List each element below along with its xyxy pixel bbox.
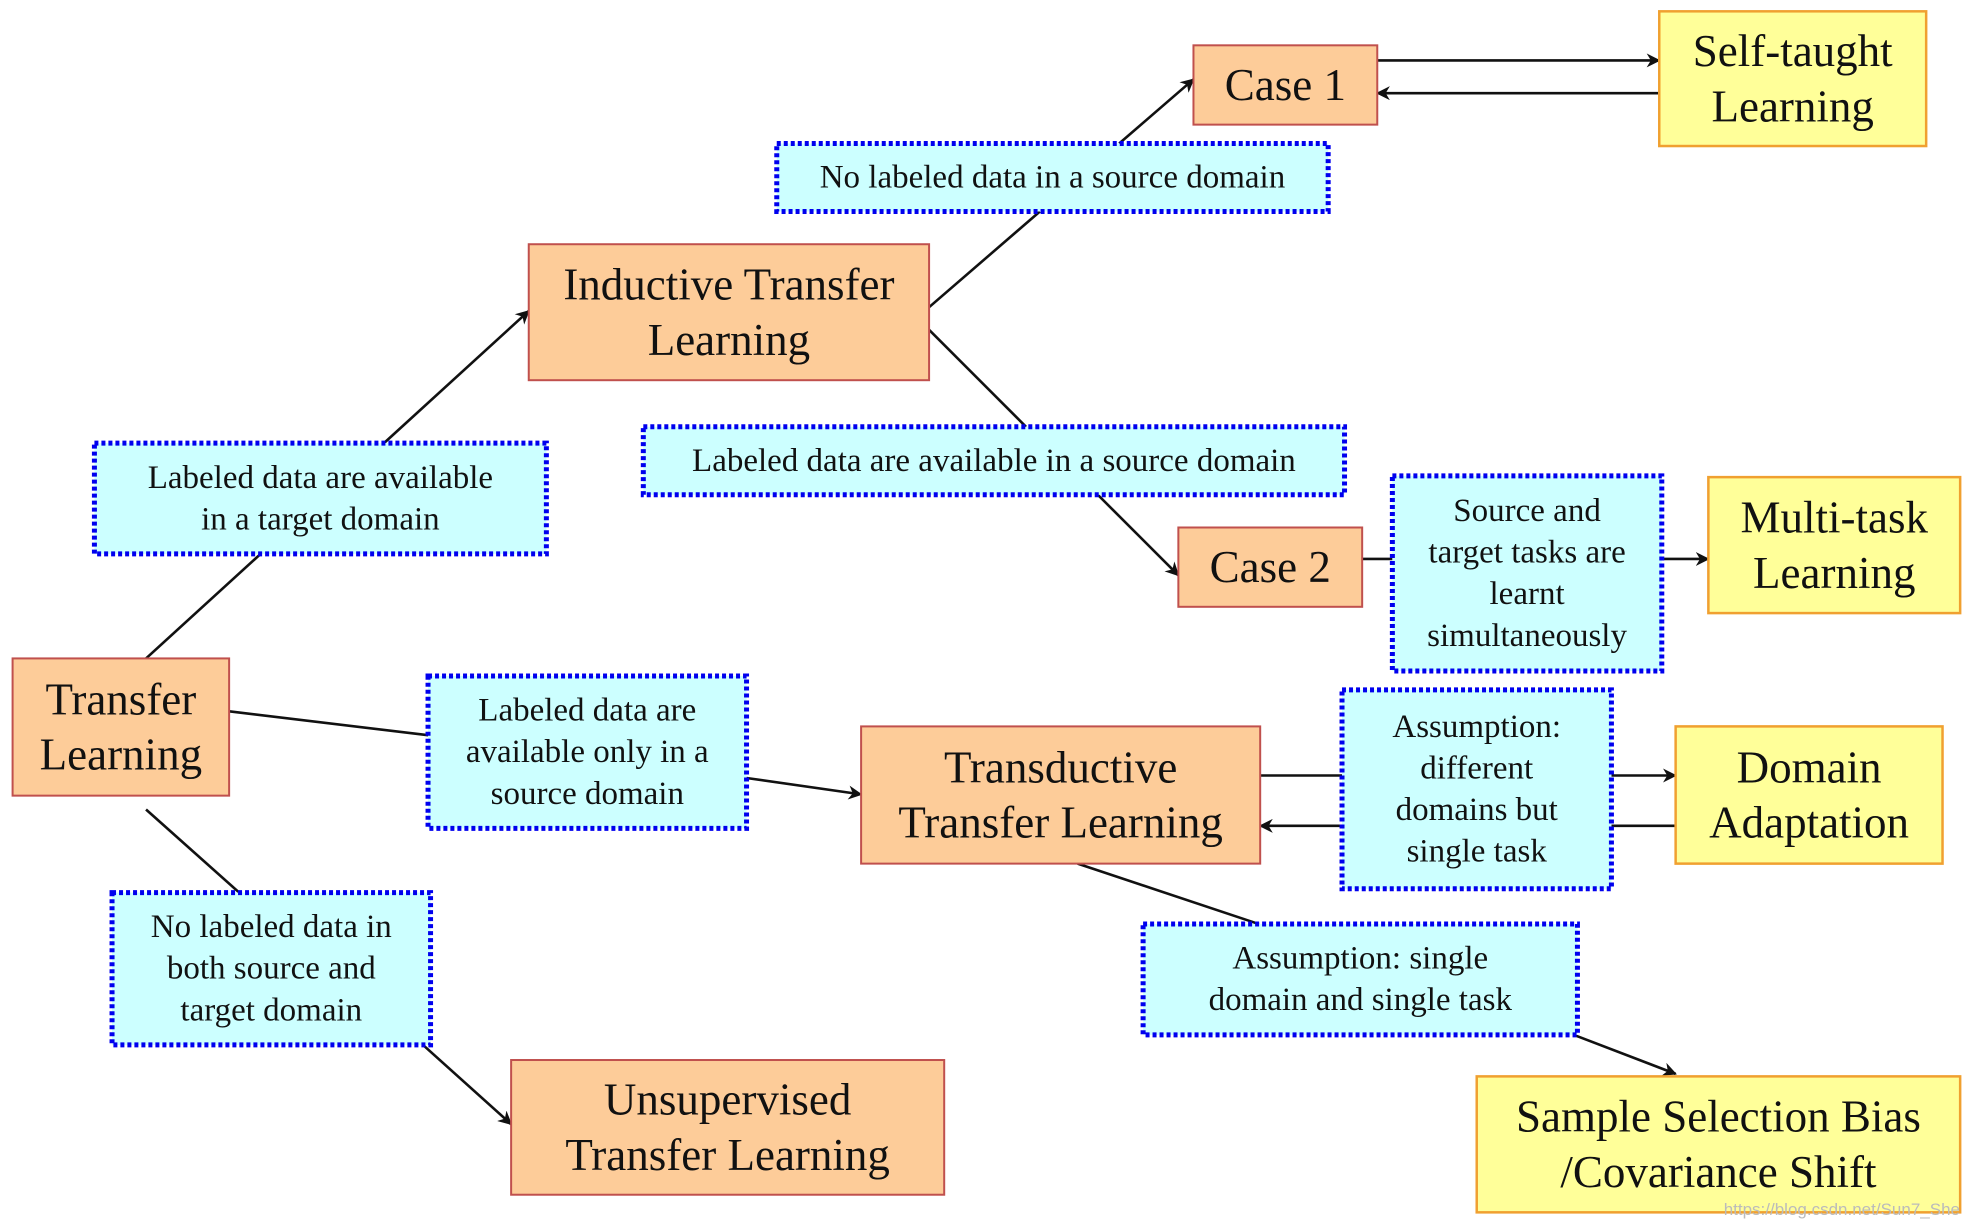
line-edge [928,210,1041,309]
box-label-line: Labeled data are available [148,460,493,496]
box-label-line: /Covariance Shift [1560,1147,1877,1197]
line-edge [928,328,1027,428]
box-label-line: single task [1407,834,1548,870]
box-label-line: Transductive [944,742,1177,792]
box-label-line: Multi-task [1741,492,1929,542]
line-edge [145,808,241,894]
labeled-source-condition: Labeled data are available in a source d… [640,424,1348,498]
box-label-line: Transfer Learning [565,1130,890,1180]
no-labeled-source-condition: No labeled data in a source domain [774,141,1331,214]
box-label-line: simultaneously [1427,618,1627,654]
box-label-line: Domain [1737,742,1882,792]
watermark: https://blog.csdn.net/Sun7_She [1724,1200,1960,1219]
box-label-line: both source and [167,951,376,987]
box-label-line: Assumption: single [1232,941,1488,977]
line-edge [1077,862,1260,926]
box-label-line: Labeled data are [478,693,696,729]
box-label-line: different [1420,751,1533,787]
box-label-line: target tasks are [1428,535,1625,571]
box-label-line: Assumption: [1392,709,1561,745]
box-label-line: Learning [1712,81,1874,131]
different-domains-condition: Assumption: different domains but single ta… [1339,687,1614,892]
box-label-line: Adaptation [1709,798,1909,848]
box-label-line: available only in a [466,734,709,770]
arrow-edge [746,776,863,800]
no-labeled-both-condition: No labeled data in both source and target … [109,890,434,1048]
simultaneous-condition: Source and target tasks are learnt simultan… [1389,473,1665,674]
box-label-line: Learning [648,315,810,365]
box-label-line: learnt [1490,576,1565,612]
box-label-line: domains but [1396,792,1558,828]
box-label-line: Transfer Learning [898,798,1223,848]
case1-node: Case 1 [1192,44,1379,126]
box-label-line: Transfer [45,674,196,724]
case2-node: Case 2 [1177,526,1364,608]
inductive-node: Inductive TransferLearning [527,243,931,382]
sample-selection-node: Sample Selection Bias/Covariance Shift [1475,1075,1962,1214]
box-label-line: target domain [180,992,362,1028]
unsupervised-node: UnsupervisedTransfer Learning [510,1059,946,1196]
box-label-line: Inductive Transfer [563,260,894,310]
transductive-node: Transductive Transfer Learning [860,725,1262,865]
arrow-edge [383,309,530,445]
box-label-line: source domain [491,776,684,812]
labeled-target-condition: Labeled data are available in a target do… [91,440,549,557]
box-label-line: No labeled data in a source domain [820,160,1286,196]
arrow-edge [1573,1033,1677,1076]
arrow-edge [1118,78,1195,145]
box-label-line: domain and single task [1209,982,1513,1018]
box-label-line: Learning [1753,548,1915,598]
arrow-edge [422,1043,513,1126]
arrow-edge [1096,493,1180,577]
box-label-line: No labeled data in [151,909,392,945]
box-label-line: in a target domain [201,501,440,537]
domain-adaptation-node: Domain Adaptation [1674,725,1944,865]
transfer-learning-node: Transfer Learning [11,657,231,797]
box-label-line: Sample Selection Bias [1516,1092,1921,1142]
box-label-line: Learning [40,730,202,780]
labeled-source-only-condition: Labeled data are available only in a sourc… [425,673,750,831]
box-label-line: Source and [1453,493,1601,529]
self-taught-node: Self-taughtLearning [1658,10,1928,148]
line-edge [145,552,262,660]
transfer-learning-diagram: Transfer Learning Inductive Transfer Learni… [0,0,1974,1226]
box-label-line: Self-taught [1693,26,1893,76]
box-label-line: Case 1 [1225,60,1346,110]
box-label-line: Unsupervised [604,1075,851,1125]
box-label-line: Labeled data are available in a source d… [692,443,1296,479]
multi-task-node: Multi-task Learning [1707,475,1962,615]
box-label-line: Case 2 [1210,542,1331,592]
line-edge [228,710,429,737]
single-domain-condition: Assumption: single domain and single task [1140,921,1580,1038]
